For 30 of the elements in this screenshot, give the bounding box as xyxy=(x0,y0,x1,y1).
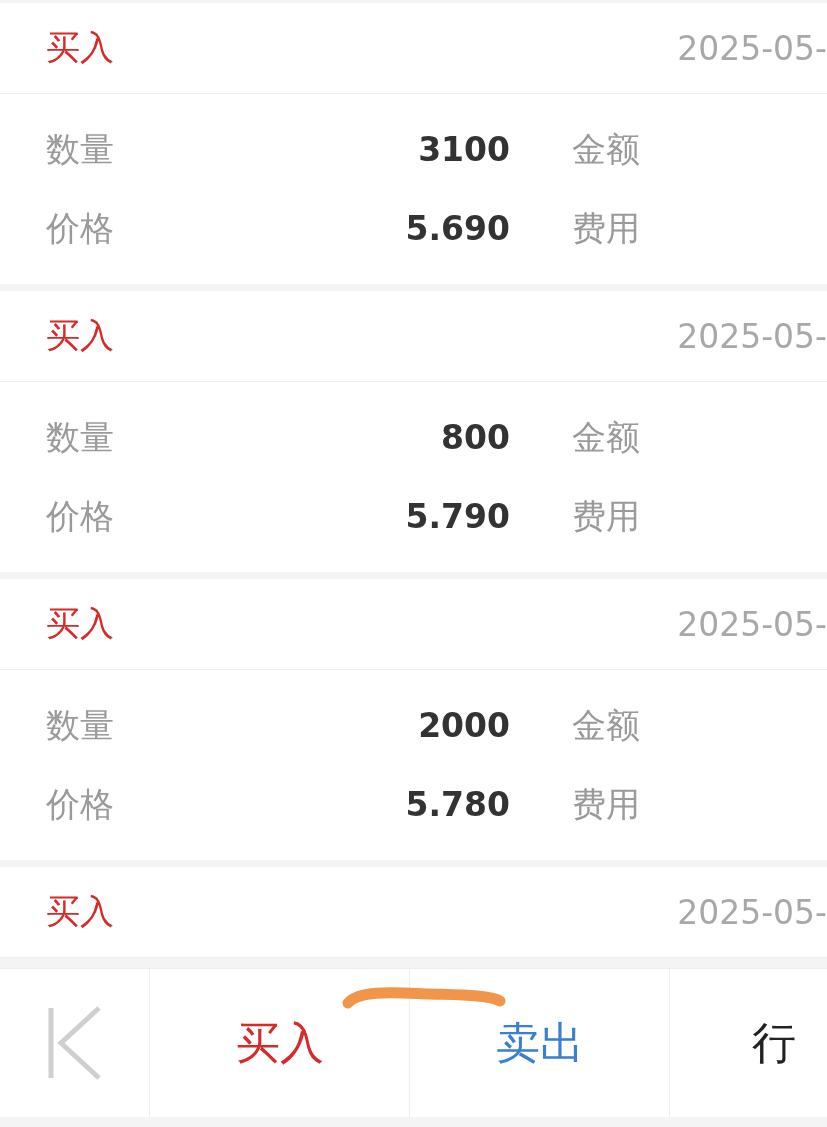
trade-type: 买入 xyxy=(46,602,114,645)
trade-date: 2025-05- xyxy=(677,28,827,68)
field-label: 数量 xyxy=(46,703,115,747)
trade-date: 2025-05- xyxy=(677,316,827,356)
field-label: 数量 xyxy=(46,127,115,171)
field-label: 价格 xyxy=(46,494,115,538)
field-label: 费用 xyxy=(572,782,640,826)
field-label: 费用 xyxy=(572,206,640,250)
field-value: 5.790 xyxy=(404,497,510,536)
skip-to-start-icon xyxy=(46,1005,103,1081)
field-label: 数量 xyxy=(46,415,115,459)
field-value: 5.780 xyxy=(404,785,510,824)
trade-type: 买入 xyxy=(46,26,114,69)
field-label: 价格 xyxy=(46,206,115,250)
field-value: 2000 xyxy=(417,706,510,745)
field-label: 金额 xyxy=(572,415,640,459)
field-value: 5.690 xyxy=(404,209,510,248)
field-label: 金额 xyxy=(572,703,640,747)
toolbar-button[interactable]: 行 xyxy=(670,969,827,1117)
toolbar-button[interactable]: 卖出 xyxy=(410,969,670,1117)
toolbar-button[interactable]: 买入 xyxy=(150,969,410,1117)
field-label: 金额 xyxy=(572,127,640,171)
trade-type: 买入 xyxy=(46,890,114,933)
field-label: 价格 xyxy=(46,782,115,826)
trade-date: 2025-05- xyxy=(677,604,827,644)
field-label: 费用 xyxy=(572,494,640,538)
field-value: 3100 xyxy=(417,130,510,169)
trade-date: 2025-05- xyxy=(677,892,827,932)
field-value: 800 xyxy=(440,418,510,457)
trade-type: 买入 xyxy=(46,314,114,357)
